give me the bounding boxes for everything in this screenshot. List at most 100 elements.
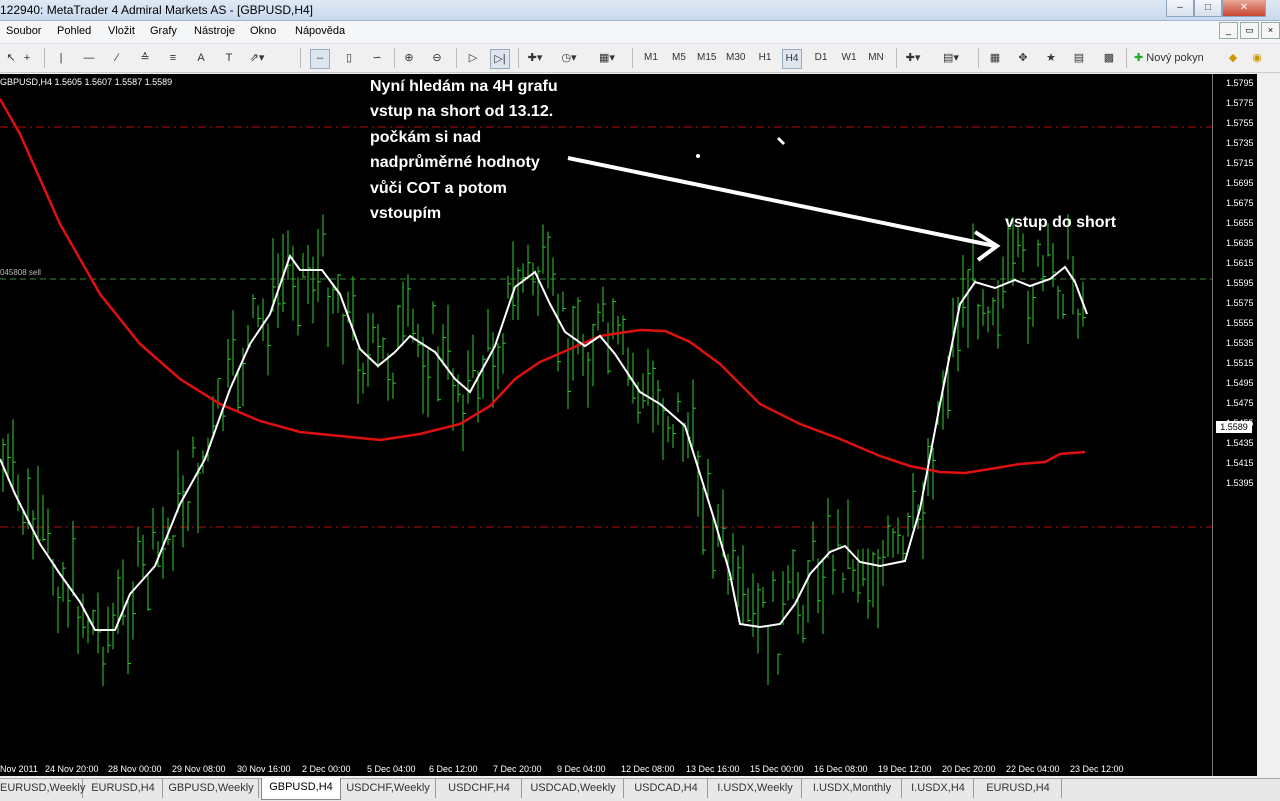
tab-eurusd-h4-2[interactable]: EURUSD,H4 — [975, 779, 1062, 798]
options-icon[interactable]: ◉ — [1248, 49, 1266, 67]
menu-insert[interactable]: Vložit — [108, 25, 135, 37]
tab-gbpusd-h4[interactable]: GBPUSD,H4 — [261, 778, 341, 800]
annotation-line: Nyní hledám na 4H grafu — [370, 78, 558, 95]
bar-chart-icon[interactable]: ┄ — [310, 49, 330, 69]
zoom-in-icon[interactable]: ⊕ — [400, 49, 418, 67]
price-axis-label: 1.5775 — [1226, 98, 1254, 108]
price-axis-label: 1.5435 — [1226, 438, 1254, 448]
new-order-button[interactable]: ✚ Nový pokyn — [1134, 49, 1220, 67]
crosshair-icon[interactable]: + — [18, 49, 36, 67]
chart-tabs: EURUSD,Weekly EURUSD,H4 GBPUSD,Weekly GB… — [0, 778, 1280, 801]
timeframe-w1[interactable]: W1 — [840, 49, 858, 67]
annotation-arrow-shaft — [567, 156, 996, 248]
auto-scroll-icon[interactable]: ▷ — [464, 49, 482, 67]
tab-usdchf-h4[interactable]: USDCHF,H4 — [437, 779, 522, 798]
time-axis-label: 13 Dec 16:00 — [686, 764, 740, 774]
menu-bar: Soubor Pohled Vložit Grafy Nástroje Okno… — [0, 21, 1280, 44]
tab-eurusd-h4[interactable]: EURUSD,H4 — [84, 779, 163, 798]
indicators-icon[interactable]: ✚▾ — [526, 49, 544, 67]
trendline-icon[interactable]: ∕ — [108, 49, 126, 67]
templates-icon[interactable]: ▦▾ — [598, 49, 616, 67]
time-axis-label: 15 Dec 00:00 — [750, 764, 804, 774]
price-axis-label: 1.5415 — [1226, 458, 1254, 468]
timeframe-h1[interactable]: H1 — [756, 49, 774, 67]
favorites-icon[interactable]: ★ — [1042, 49, 1060, 67]
expert-advisors-icon[interactable]: ◆ — [1224, 49, 1242, 67]
price-axis-label: 1.5735 — [1226, 138, 1254, 148]
tester-icon[interactable]: ▩ — [1100, 49, 1118, 67]
market-watch-icon[interactable]: ▦ — [986, 49, 1004, 67]
timeframe-mn[interactable]: MN — [867, 49, 885, 67]
annotation-line: vstup na short od 13.12. — [370, 103, 554, 121]
menu-help[interactable]: Nápověda — [295, 25, 345, 37]
price-axis-label: 1.5615 — [1226, 258, 1254, 268]
menu-tools[interactable]: Nástroje — [194, 25, 235, 37]
navigator-icon[interactable]: ✥ — [1014, 49, 1032, 67]
time-axis-label: 20 Dec 20:00 — [942, 764, 996, 774]
time-axis-label: 6 Dec 12:00 — [429, 764, 478, 774]
vertical-line-icon[interactable]: | — [52, 49, 70, 67]
annotation-line: vůči COT a potom — [370, 179, 507, 197]
tab-usdchf-weekly[interactable]: USDCHF,Weekly — [341, 779, 436, 798]
price-axis-label: 1.5475 — [1226, 398, 1254, 408]
timeframe-m5[interactable]: M5 — [670, 49, 688, 67]
tab-iusdx-weekly[interactable]: I.USDX,Weekly — [709, 779, 802, 798]
line-chart-icon[interactable]: ∽ — [368, 49, 386, 67]
annotation-line: nadprůměrné hodnoty — [370, 154, 540, 172]
time-axis-label: 24 Nov 20:00 — [45, 764, 99, 774]
maximize-icon[interactable]: □ — [1194, 0, 1222, 17]
toolbar: ↖ + | — ∕ ≙ ≡ A T ⇗▾ ┄ ▯ ∽ ⊕ ⊖ ▷ ▷| ✚▾ ◷… — [0, 44, 1280, 73]
price-axis-label: 1.5635 — [1226, 238, 1254, 248]
timeframe-m1[interactable]: M1 — [642, 49, 660, 67]
time-axis-label: 28 Nov 00:00 — [108, 764, 162, 774]
price-axis-label: 1.5535 — [1226, 338, 1254, 348]
time-axis-label: 22 Dec 04:00 — [1006, 764, 1060, 774]
text-icon[interactable]: A — [192, 49, 210, 67]
window-title: 122940: MetaTrader 4 Admiral Markets AS … — [0, 3, 314, 17]
title-bar: 122940: MetaTrader 4 Admiral Markets AS … — [0, 0, 1280, 21]
candles-icon[interactable]: ▯ — [340, 49, 358, 67]
text-label-icon[interactable]: T — [220, 49, 238, 67]
tab-iusdx-monthly[interactable]: I.USDX,Monthly — [803, 779, 902, 798]
timeframe-m30[interactable]: M30 — [726, 49, 745, 67]
menu-window[interactable]: Okno — [250, 25, 276, 37]
mdi-restore-icon[interactable]: ▭ — [1240, 22, 1259, 39]
tab-gbpusd-weekly[interactable]: GBPUSD,Weekly — [164, 779, 259, 798]
mdi-minimize-icon[interactable]: _ — [1219, 22, 1238, 39]
chart-canvas — [0, 98, 1212, 687]
zoom-out-icon[interactable]: ⊖ — [428, 49, 446, 67]
new-order-label: Nový pokyn — [1146, 52, 1204, 64]
price-axis-label: 1.5575 — [1226, 298, 1254, 308]
channel-icon[interactable]: ≙ — [136, 49, 154, 67]
periods-icon[interactable]: ◷▾ — [560, 49, 578, 67]
menu-charts[interactable]: Grafy — [150, 25, 177, 37]
tab-usdcad-h4[interactable]: USDCAD,H4 — [625, 779, 708, 798]
time-axis-label: Nov 2011 — [0, 764, 38, 774]
timeframe-m15[interactable]: M15 — [697, 49, 716, 67]
tab-usdcad-weekly[interactable]: USDCAD,Weekly — [523, 779, 624, 798]
minimize-icon[interactable]: – — [1166, 0, 1194, 17]
close-icon[interactable]: ✕ — [1222, 0, 1266, 17]
timeframe-h4[interactable]: H4 — [782, 49, 802, 69]
price-axis-label: 1.5695 — [1226, 178, 1254, 188]
annotation-line: vstoupím — [370, 205, 442, 223]
menu-view[interactable]: Pohled — [57, 25, 91, 37]
time-axis-label: 12 Dec 08:00 — [621, 764, 675, 774]
price-axis-label: 1.5515 — [1226, 358, 1254, 368]
menu-file[interactable]: Soubor — [6, 25, 41, 37]
price-chart[interactable]: 1.5795 1.5775 1.5755 1.5735 1.5715 1.5695 1.56… — [0, 74, 1257, 776]
terminal-icon[interactable]: ▤ — [1070, 49, 1088, 67]
arrows-icon[interactable]: ⇗▾ — [248, 49, 266, 67]
horizontal-line-icon[interactable]: — — [80, 49, 98, 67]
fibonacci-icon[interactable]: ≡ — [164, 49, 182, 67]
tab-eurusd-weekly[interactable]: EURUSD,Weekly — [0, 779, 85, 798]
profiles-icon[interactable]: ▤▾ — [942, 49, 960, 67]
time-axis-label: 29 Nov 08:00 — [172, 764, 226, 774]
timeframe-d1[interactable]: D1 — [812, 49, 830, 67]
time-axis-label: 2 Dec 00:00 — [302, 764, 351, 774]
chart-shift-icon[interactable]: ▷| — [490, 49, 510, 69]
tab-iusdx-h4[interactable]: I.USDX,H4 — [903, 779, 974, 798]
price-axis-label: 1.5675 — [1226, 198, 1254, 208]
mdi-close-icon[interactable]: × — [1261, 22, 1280, 39]
new-chart-icon[interactable]: ✚▾ — [904, 49, 922, 67]
